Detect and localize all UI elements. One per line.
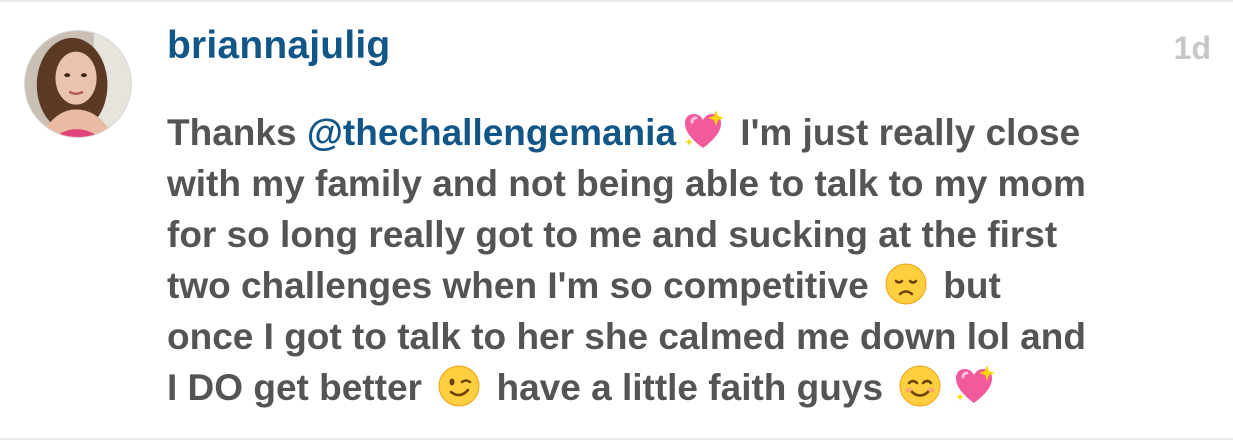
username-link[interactable]: briannajulig	[167, 24, 390, 68]
disappointed-face-icon	[883, 261, 929, 307]
profile-photo	[25, 31, 131, 137]
comment-line: I DO get better have a little faith guys	[167, 362, 1227, 413]
sparkling-heart-icon	[680, 108, 726, 154]
comment-line: with my family and not being able to tal…	[167, 163, 1086, 204]
comment-text-span: two challenges when I'm so competitive	[167, 265, 879, 306]
comment-text-span: have a little faith guys	[486, 367, 894, 408]
comment-timestamp: 1d	[1173, 30, 1211, 66]
comment-line: Thanks @thechallengemania I'm just reall…	[167, 107, 1227, 158]
comment-line: for so long really got to me and sucking…	[167, 214, 1058, 255]
comment-row: briannajulig 1d Thanks @thechallengemani…	[0, 0, 1233, 440]
comment-line: once I got to talk to her she calmed me …	[167, 316, 1086, 357]
smiling-face-icon	[897, 363, 943, 409]
comment-text-span: Thanks	[167, 112, 307, 153]
comment-text-span: but	[932, 265, 1001, 306]
winking-face-icon	[436, 363, 482, 409]
sparkling-heart-icon	[951, 363, 997, 409]
comment-text: Thanks @thechallengemania I'm just reall…	[167, 107, 1227, 413]
mention-link[interactable]: @thechallengemania	[307, 112, 676, 153]
comment-text-span: I DO get better	[167, 367, 433, 408]
comment-line: two challenges when I'm so competitive b…	[167, 260, 1227, 311]
comment-text-span: I'm just really close	[730, 112, 1081, 153]
avatar[interactable]	[24, 30, 132, 138]
